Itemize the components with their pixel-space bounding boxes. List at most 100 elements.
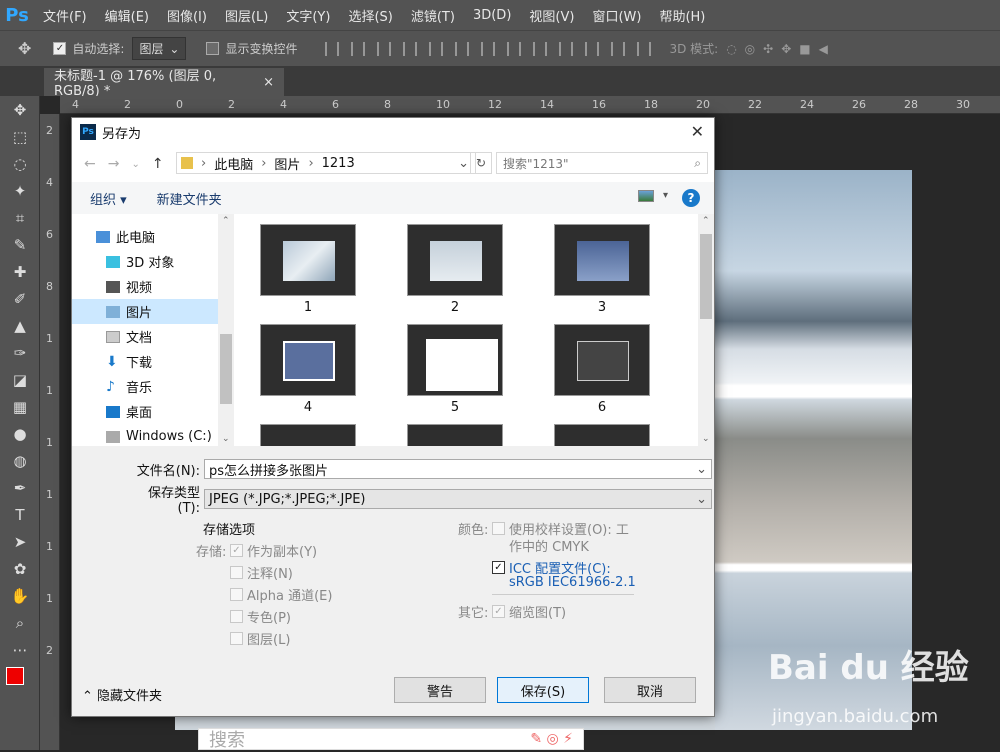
auto-select-checkbox[interactable]: ✓ 自动选择:: [53, 40, 124, 57]
eraser-tool-icon[interactable]: ◪: [0, 366, 40, 393]
scroll-down-icon[interactable]: ⌄: [702, 434, 710, 444]
marquee-tool-icon[interactable]: ⬚: [0, 123, 40, 150]
view-options-icon[interactable]: [638, 190, 654, 202]
menu-layer[interactable]: 图层(L): [225, 6, 268, 25]
menu-window[interactable]: 窗口(W): [592, 6, 641, 25]
nav-item-windows-c[interactable]: Windows (C:): [72, 424, 234, 449]
close-tab-icon[interactable]: ×: [263, 75, 274, 90]
move-tool-icon[interactable]: ✥: [18, 39, 31, 58]
refresh-icon[interactable]: ↻: [470, 152, 492, 174]
auto-select-dropdown[interactable]: 图层 ⌄: [132, 37, 187, 60]
breadcrumb-1213[interactable]: 1213: [322, 156, 355, 171]
distribute-right-icon[interactable]: [611, 41, 626, 56]
magic-wand-tool-icon[interactable]: ✦: [0, 177, 40, 204]
nav-item-desktop[interactable]: 桌面: [72, 399, 234, 424]
chevron-down-icon[interactable]: ⌄: [696, 492, 707, 507]
nav-scrollbar[interactable]: ⌃ ⌄: [218, 214, 234, 446]
search-input[interactable]: 搜索"1213" ⌕: [496, 152, 708, 174]
file-thumbnail[interactable]: [554, 324, 650, 396]
filename-input[interactable]: ps怎么拼接多张图片 ⌄: [204, 459, 712, 479]
type-tool-icon[interactable]: T: [0, 501, 40, 528]
forward-arrow-icon[interactable]: →: [108, 156, 120, 172]
close-icon[interactable]: ✕: [691, 122, 704, 141]
document-tab[interactable]: 未标题-1 @ 176% (图层 0, RGB/8) * ×: [44, 68, 284, 99]
ime-search-bar[interactable]: 搜索 ✎ ◎ ⚡: [198, 728, 584, 751]
menu-view[interactable]: 视图(V): [529, 6, 574, 25]
gradient-tool-icon[interactable]: ▦: [0, 393, 40, 420]
menu-type[interactable]: 文字(Y): [286, 6, 330, 25]
history-brush-tool-icon[interactable]: ✑: [0, 339, 40, 366]
distribute-vcenter-icon[interactable]: [507, 41, 522, 56]
eyedropper-tool-icon[interactable]: ✎: [0, 231, 40, 258]
scroll-up-icon[interactable]: ⌃: [702, 216, 710, 226]
filetype-select[interactable]: JPEG (*.JPG;*.JPEG;*.JPE) ⌄: [204, 489, 712, 509]
nav-item-3d-objects[interactable]: 3D 对象: [72, 249, 234, 274]
storage-checkbox[interactable]: 图层(L): [230, 629, 290, 648]
address-bar[interactable]: › 此电脑 › 图片 › 1213 ⌄: [176, 152, 476, 174]
nav-item-pictures[interactable]: 图片: [72, 299, 234, 324]
view-chevron-icon[interactable]: ▾: [663, 190, 668, 201]
nav-item-documents[interactable]: 文档: [72, 324, 234, 349]
menu-filter[interactable]: 滤镜(T): [411, 6, 455, 25]
pen-tool-icon[interactable]: ✒: [0, 474, 40, 501]
brush-tool-icon[interactable]: ✐: [0, 285, 40, 312]
crop-tool-icon[interactable]: ⌗: [0, 204, 40, 231]
new-folder-button[interactable]: 新建文件夹: [157, 189, 222, 208]
menu-help[interactable]: 帮助(H): [659, 6, 705, 25]
nav-item-music[interactable]: ♪ 音乐: [72, 374, 234, 399]
file-thumbnail[interactable]: [260, 324, 356, 396]
file-thumbnail[interactable]: [407, 424, 503, 446]
distribute-bottom-icon[interactable]: [533, 41, 548, 56]
align-top-icon[interactable]: [325, 41, 340, 56]
hide-folders-button[interactable]: ⌃ 隐藏文件夹: [82, 685, 162, 704]
recent-chevron-icon[interactable]: ⌄: [131, 159, 139, 170]
show-transform-checkbox[interactable]: 显示变换控件: [206, 40, 297, 57]
file-thumbnail[interactable]: [554, 424, 650, 446]
foreground-color[interactable]: [6, 667, 24, 685]
save-button[interactable]: 保存(S): [497, 677, 589, 703]
file-thumbnail[interactable]: [260, 424, 356, 446]
breadcrumb-pictures[interactable]: 图片: [274, 154, 300, 173]
storage-checkbox[interactable]: Alpha 通道(E): [230, 585, 332, 604]
breadcrumb-this-pc[interactable]: 此电脑: [214, 154, 253, 173]
thumbnail-checkbox[interactable]: ✓ 缩览图(T): [492, 602, 566, 621]
auto-align-icon[interactable]: [637, 41, 652, 56]
color-swatches[interactable]: [0, 663, 40, 703]
distribute-hcenter-icon[interactable]: [585, 41, 600, 56]
healing-brush-tool-icon[interactable]: ✚: [0, 258, 40, 285]
blur-tool-icon[interactable]: ●: [0, 420, 40, 447]
file-thumbnail[interactable]: [407, 324, 503, 396]
chevron-down-icon[interactable]: ⌄: [696, 462, 707, 477]
lasso-tool-icon[interactable]: ◌: [0, 150, 40, 177]
file-thumbnail[interactable]: [554, 224, 650, 296]
scroll-up-icon[interactable]: ⌃: [222, 216, 230, 226]
distribute-left-icon[interactable]: [559, 41, 574, 56]
menu-file[interactable]: 文件(F): [43, 6, 87, 25]
distribute-top-icon[interactable]: [481, 41, 496, 56]
storage-checkbox[interactable]: 注释(N): [230, 563, 293, 582]
menu-edit[interactable]: 编辑(E): [105, 6, 149, 25]
menu-image[interactable]: 图像(I): [167, 6, 207, 25]
menu-select[interactable]: 选择(S): [348, 6, 392, 25]
align-hcenter-icon[interactable]: [429, 41, 444, 56]
align-vcenter-icon[interactable]: [351, 41, 366, 56]
hand-tool-icon[interactable]: ✋: [0, 582, 40, 609]
scroll-thumb[interactable]: [700, 234, 712, 319]
file-thumbnail[interactable]: [407, 224, 503, 296]
align-right-icon[interactable]: [455, 41, 470, 56]
files-scrollbar[interactable]: ⌃ ⌄: [698, 214, 714, 446]
nav-item-this-pc[interactable]: 此电脑: [72, 224, 234, 249]
back-arrow-icon[interactable]: ←: [84, 156, 96, 172]
address-dropdown-icon[interactable]: ⌄: [458, 156, 469, 171]
nav-item-videos[interactable]: 视频: [72, 274, 234, 299]
cancel-button[interactable]: 取消: [604, 677, 696, 703]
nav-item-downloads[interactable]: ⬇ 下载: [72, 349, 234, 374]
storage-checkbox[interactable]: ✓ 作为副本(Y): [230, 541, 317, 560]
shape-tool-icon[interactable]: ✿: [0, 555, 40, 582]
ime-tool-icons[interactable]: ✎ ◎ ⚡: [530, 731, 573, 747]
menu-3d[interactable]: 3D(D): [473, 8, 511, 23]
path-selection-tool-icon[interactable]: ➤: [0, 528, 40, 555]
dodge-tool-icon[interactable]: ◍: [0, 447, 40, 474]
more-tools-icon[interactable]: ⋯: [0, 636, 40, 663]
scroll-down-icon[interactable]: ⌄: [222, 434, 230, 444]
